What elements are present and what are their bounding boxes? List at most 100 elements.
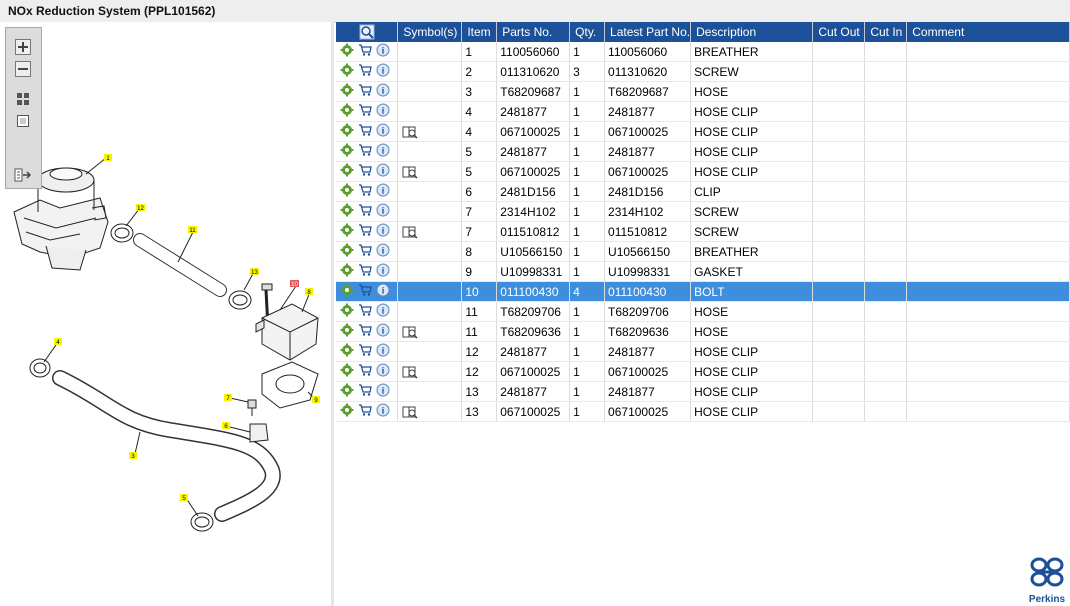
table-row[interactable]: i 3 T68209687 1 T68209687 HOSE: [336, 81, 1070, 102]
cart-icon[interactable]: [358, 323, 372, 340]
info-icon[interactable]: i: [376, 63, 390, 80]
gear-icon[interactable]: [340, 343, 354, 360]
fit-all-button[interactable]: [14, 90, 32, 108]
gear-icon[interactable]: [340, 263, 354, 280]
cart-icon[interactable]: [358, 183, 372, 200]
cart-icon[interactable]: [358, 83, 372, 100]
info-icon[interactable]: i: [376, 303, 390, 320]
table-row[interactable]: i 11 T68209706 1 T68209706 HOSE: [336, 301, 1070, 322]
actual-size-button[interactable]: [14, 112, 32, 130]
gear-icon[interactable]: [340, 43, 354, 60]
cart-icon[interactable]: [358, 63, 372, 80]
gear-icon[interactable]: [340, 83, 354, 100]
info-icon[interactable]: i: [376, 83, 390, 100]
gear-icon[interactable]: [340, 63, 354, 80]
gear-icon[interactable]: [340, 123, 354, 140]
cart-icon[interactable]: [358, 103, 372, 120]
diagram-panel[interactable]: 1 12 11 13 10 8 4 7 6 9 3 5: [0, 22, 332, 606]
gear-icon[interactable]: [340, 163, 354, 180]
gear-icon[interactable]: [340, 143, 354, 160]
gear-icon[interactable]: [340, 223, 354, 240]
info-icon[interactable]: i: [376, 383, 390, 400]
info-icon[interactable]: i: [376, 343, 390, 360]
table-row[interactable]: i 7 2314H102 1 2314H102 SCREW: [336, 201, 1070, 222]
info-icon[interactable]: i: [376, 43, 390, 60]
info-icon[interactable]: i: [376, 123, 390, 140]
export-button[interactable]: [14, 166, 32, 184]
book-magnifier-icon[interactable]: [401, 325, 418, 339]
table-row[interactable]: i 5 2481877 1 2481877 HOSE CLIP: [336, 141, 1070, 162]
book-magnifier-icon[interactable]: [401, 405, 418, 419]
info-icon[interactable]: i: [376, 143, 390, 160]
gear-icon[interactable]: [340, 323, 354, 340]
cart-icon[interactable]: [358, 203, 372, 220]
book-magnifier-icon[interactable]: [401, 165, 418, 179]
info-icon[interactable]: i: [376, 203, 390, 220]
cart-icon[interactable]: [358, 243, 372, 260]
book-magnifier-icon[interactable]: [401, 365, 418, 379]
cart-icon[interactable]: [358, 343, 372, 360]
gear-icon[interactable]: [340, 363, 354, 380]
table-row[interactable]: i 5 067100025 1 067100025 HOSE CLIP: [336, 161, 1070, 182]
table-row[interactable]: i 1 110056060 1 110056060 BREATHER: [336, 42, 1070, 62]
cart-icon[interactable]: [358, 43, 372, 60]
table-row[interactable]: i 4 2481877 1 2481877 HOSE CLIP: [336, 101, 1070, 122]
cart-icon[interactable]: [358, 383, 372, 400]
info-icon[interactable]: i: [376, 103, 390, 120]
panel-splitter[interactable]: [331, 22, 334, 606]
gear-icon[interactable]: [340, 303, 354, 320]
table-row[interactable]: i 8 U10566150 1 U10566150 BREATHER: [336, 241, 1070, 262]
cart-icon[interactable]: [358, 403, 372, 420]
table-row[interactable]: i 10 011100430 4 011100430 BOLT: [336, 281, 1070, 302]
info-icon[interactable]: i: [376, 243, 390, 260]
cart-icon[interactable]: [358, 363, 372, 380]
book-magnifier-icon[interactable]: [401, 125, 418, 139]
cart-icon[interactable]: [358, 283, 372, 300]
table-row[interactable]: i 13 067100025 1 067100025 HOSE CLIP: [336, 401, 1070, 422]
info-icon[interactable]: i: [376, 183, 390, 200]
gear-icon[interactable]: [340, 383, 354, 400]
table-row[interactable]: i 2 011310620 3 011310620 SCREW: [336, 61, 1070, 82]
col-latest-part-no[interactable]: Latest Part No.: [604, 22, 692, 42]
col-qty[interactable]: Qty.: [569, 22, 606, 42]
col-cut-out[interactable]: Cut Out: [812, 22, 866, 42]
info-icon[interactable]: i: [376, 363, 390, 380]
search-parts-header[interactable]: [336, 22, 399, 42]
cart-icon[interactable]: [358, 123, 372, 140]
gear-icon[interactable]: [340, 203, 354, 220]
gear-icon[interactable]: [340, 283, 354, 300]
col-description[interactable]: Description: [690, 22, 814, 42]
col-symbols[interactable]: Symbol(s): [397, 22, 463, 42]
cart-icon[interactable]: [358, 303, 372, 320]
table-row[interactable]: i 12 2481877 1 2481877 HOSE CLIP: [336, 341, 1070, 362]
col-parts-no[interactable]: Parts No.: [496, 22, 571, 42]
cart-icon[interactable]: [358, 223, 372, 240]
col-comment[interactable]: Comment: [906, 22, 1070, 42]
zoom-out-button[interactable]: [14, 60, 32, 78]
info-icon[interactable]: i: [376, 163, 390, 180]
info-icon[interactable]: i: [376, 323, 390, 340]
table-row[interactable]: i 9 U10998331 1 U10998331 GASKET: [336, 261, 1070, 282]
cart-icon[interactable]: [358, 143, 372, 160]
book-magnifier-icon[interactable]: [401, 225, 418, 239]
col-item[interactable]: Item: [461, 22, 498, 42]
col-cut-in[interactable]: Cut In: [864, 22, 908, 42]
table-row[interactable]: i 6 2481D156 1 2481D156 CLIP: [336, 181, 1070, 202]
table-row[interactable]: i 7 011510812 1 011510812 SCREW: [336, 221, 1070, 242]
gear-icon[interactable]: [340, 103, 354, 120]
gear-icon[interactable]: [340, 243, 354, 260]
table-row[interactable]: i 13 2481877 1 2481877 HOSE CLIP: [336, 381, 1070, 402]
gear-icon[interactable]: [340, 403, 354, 420]
gear-icon[interactable]: [340, 183, 354, 200]
cell-symbol: [397, 101, 463, 122]
cart-icon[interactable]: [358, 263, 372, 280]
info-icon[interactable]: i: [376, 223, 390, 240]
table-row[interactable]: i 4 067100025 1 067100025 HOSE CLIP: [336, 121, 1070, 142]
table-row[interactable]: i 11 T68209636 1 T68209636 HOSE: [336, 321, 1070, 342]
info-icon[interactable]: i: [376, 283, 390, 300]
info-icon[interactable]: i: [376, 263, 390, 280]
zoom-in-button[interactable]: [14, 38, 32, 56]
table-row[interactable]: i 12 067100025 1 067100025 HOSE CLIP: [336, 361, 1070, 382]
info-icon[interactable]: i: [376, 403, 390, 420]
cart-icon[interactable]: [358, 163, 372, 180]
